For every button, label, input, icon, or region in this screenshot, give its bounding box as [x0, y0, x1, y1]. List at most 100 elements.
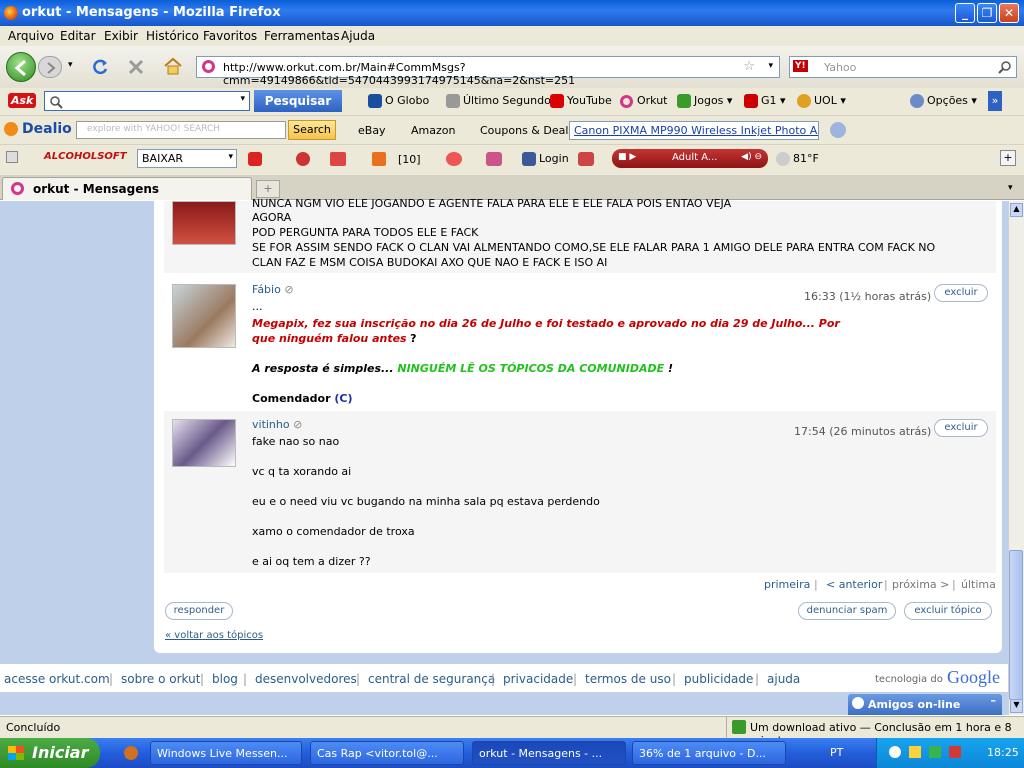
taskbar-item-messenger[interactable]: Windows Live Messen...	[150, 741, 302, 765]
settings-icon[interactable]	[830, 122, 846, 138]
toolbar-link-oglobo[interactable]: O Globo	[368, 94, 429, 108]
scroll-down-icon[interactable]: ▼	[1010, 699, 1023, 713]
media-icon[interactable]	[248, 152, 262, 166]
footer-link[interactable]: publicidade	[684, 672, 753, 686]
shield-icon[interactable]	[909, 746, 921, 758]
start-button[interactable]: Iniciar	[0, 738, 100, 768]
menu-arquivo[interactable]: Arquivo	[8, 29, 54, 43]
yahoo-engine-icon[interactable]: Y!	[793, 60, 808, 72]
username-link[interactable]: vitinho ⊘	[252, 418, 302, 431]
footer-link[interactable]: blog	[212, 672, 238, 686]
add-toolbar-icon[interactable]: +	[1000, 150, 1016, 166]
stop-icon[interactable]	[126, 57, 146, 77]
scrollbar-thumb[interactable]	[1009, 550, 1023, 700]
tab-list-icon[interactable]: ▾	[1008, 183, 1013, 193]
tray-icon[interactable]	[889, 746, 901, 758]
report-spam-button[interactable]: denunciar spam	[798, 602, 896, 620]
username-link[interactable]: Fábio ⊘	[252, 283, 294, 296]
expand-icon[interactable]	[6, 151, 18, 163]
toolbar-link-orkut[interactable]: Orkut	[620, 94, 668, 108]
minimize-panel-icon[interactable]: –	[991, 694, 997, 707]
deal-dropdown[interactable]: Canon PIXMA MP990 Wireless Inkjet Photo …	[569, 121, 819, 140]
facebook-login[interactable]: Login	[522, 152, 569, 166]
language-indicator[interactable]: PT	[830, 746, 843, 759]
footer-link[interactable]: sobre o orkut	[121, 672, 200, 686]
forward-button[interactable]	[38, 56, 62, 78]
maximize-button[interactable]: ❐	[977, 3, 997, 23]
stop-radio-icon[interactable]: ■ ▶	[618, 152, 636, 162]
avatar[interactable]	[172, 284, 236, 348]
options-button[interactable]: Opções ▾	[910, 94, 977, 108]
pagination-prev[interactable]: < anterior	[826, 578, 882, 591]
alcoholsoft-logo[interactable]: ALCOHOLSOFT	[44, 151, 127, 162]
dealio-brand[interactable]: Dealio	[22, 121, 72, 137]
rss-icon[interactable]	[372, 152, 386, 166]
quicklaunch-icon[interactable]	[124, 746, 138, 760]
menu-ferramentas[interactable]: Ferramentas	[264, 29, 340, 43]
footer-link[interactable]: privacidade	[503, 672, 573, 686]
people-icon[interactable]	[486, 152, 502, 166]
new-tab-button[interactable]: +	[256, 180, 280, 198]
toolbar-link-uol[interactable]: UOL ▾	[797, 94, 846, 108]
ask-search-input[interactable]: ▾	[44, 91, 250, 111]
history-dropdown-icon[interactable]: ▾	[68, 60, 73, 70]
download-icon[interactable]	[732, 720, 746, 734]
reload-icon[interactable]	[90, 57, 110, 77]
avatar[interactable]	[172, 201, 236, 245]
close-button[interactable]: ✕	[999, 3, 1019, 23]
yahoo-search-input[interactable]: explore with YAHOO! SEARCH	[76, 121, 286, 139]
amazon-link[interactable]: Amazon	[411, 124, 455, 137]
menu-favoritos[interactable]: Favoritos	[203, 29, 257, 43]
yahoo-search-button[interactable]: Search	[288, 120, 336, 140]
menu-historico[interactable]: Histórico	[146, 29, 199, 43]
weather-widget[interactable]: 81°F	[776, 152, 819, 166]
security-icon[interactable]	[949, 746, 961, 758]
gift-icon[interactable]	[330, 152, 346, 166]
tab-orkut-mensagens[interactable]: orkut - Mensagens	[2, 177, 252, 200]
volume-icon[interactable]: ◀) ⊖	[741, 152, 762, 162]
profile-link-icon[interactable]: ⊘	[293, 418, 302, 431]
footer-link[interactable]: termos de uso	[585, 672, 671, 686]
scroll-up-icon[interactable]: ▲	[1010, 203, 1023, 217]
mail-icon[interactable]	[578, 152, 594, 166]
count-badge[interactable]: [10]	[398, 153, 421, 166]
ask-dropdown-icon[interactable]: ▾	[240, 94, 245, 104]
footer-link[interactable]: central de segurança	[368, 672, 495, 686]
delete-topic-button[interactable]: excluir tópico	[904, 602, 992, 620]
clock-icon[interactable]	[296, 152, 310, 166]
pagination-first[interactable]: primeira	[764, 578, 810, 591]
clock[interactable]: 18:25	[987, 746, 1019, 759]
taskbar-item-email[interactable]: Cas Rap <vitor.tol@...	[310, 741, 464, 765]
toolbar-link-jogos[interactable]: Jogos ▾	[677, 94, 732, 108]
friends-online-panel[interactable]: Amigos on-line –	[848, 694, 1002, 715]
footer-link[interactable]: desenvolvedores	[255, 672, 357, 686]
back-to-topics-link[interactable]: « voltar aos tópicos	[165, 630, 263, 641]
bookmark-star-icon[interactable]: ☆	[743, 59, 755, 74]
toolbar-link-youtube[interactable]: YouTube	[550, 94, 612, 108]
network-icon[interactable]	[929, 746, 941, 758]
menu-ajuda[interactable]: Ajuda	[341, 29, 375, 43]
toolbar-link-ultimo-segundo[interactable]: Último Segundo	[446, 94, 551, 108]
taskbar-item-download[interactable]: 36% de 1 arquivo - D...	[632, 741, 786, 765]
taskbar-item-firefox[interactable]: orkut - Mensagens - ...	[472, 741, 626, 765]
pesquisar-button[interactable]: Pesquisar	[254, 90, 342, 112]
url-dropdown-icon[interactable]: ▾	[768, 61, 773, 71]
toolbar-overflow-icon[interactable]: »	[988, 91, 1002, 111]
profile-link-icon[interactable]: ⊘	[284, 283, 293, 296]
search-engine-box[interactable]: Y! Yahoo	[789, 56, 1017, 78]
ask-logo[interactable]: Ask	[8, 93, 37, 108]
menu-exibir[interactable]: Exibir	[104, 29, 138, 43]
search-icon[interactable]	[998, 60, 1012, 74]
baixar-select[interactable]: BAIXAR ▾	[137, 149, 237, 168]
avatar[interactable]	[172, 419, 236, 467]
toolbar-link-g1[interactable]: G1 ▾	[744, 94, 786, 108]
google-logo[interactable]: Google	[947, 667, 1000, 688]
footer-link[interactable]: acesse orkut.com	[4, 672, 110, 686]
footer-link[interactable]: ajuda	[767, 672, 800, 686]
delete-post-button[interactable]: excluir	[934, 284, 988, 302]
minimize-button[interactable]: _	[955, 3, 975, 23]
ebay-link[interactable]: eBay	[358, 124, 386, 137]
reply-button[interactable]: responder	[165, 602, 233, 620]
radio-player[interactable]: ■ ▶ Adult A... ◀) ⊖	[612, 149, 768, 168]
url-bar[interactable]: http://www.orkut.com.br/Main#CommMsgs?cm…	[196, 56, 780, 87]
